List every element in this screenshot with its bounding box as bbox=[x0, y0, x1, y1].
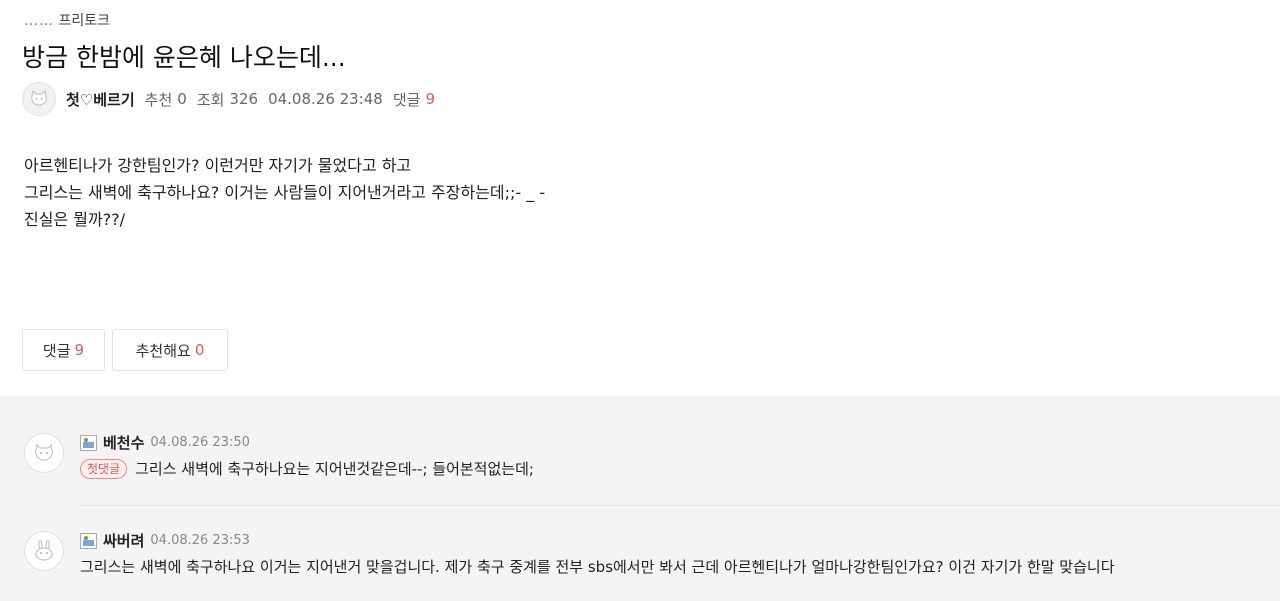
broken-image-icon bbox=[80, 532, 97, 549]
post-body: 아르헨티나가 강한팀인가? 이런거만 자기가 물었다고 하고 그리스는 새벽에 … bbox=[24, 152, 545, 233]
comments-button[interactable]: 댓글 9 bbox=[22, 329, 105, 371]
commenter-avatar[interactable] bbox=[24, 433, 64, 473]
comment-header: 베천수 04.08.26 23:50 bbox=[80, 432, 250, 453]
comment-datetime: 04.08.26 23:53 bbox=[150, 533, 250, 548]
first-comment-badge: 첫댓글 bbox=[80, 458, 128, 479]
post-page: …… 프리토크 방금 한밤에 윤은혜 나오는데... 첫♡베르기 추천 0 조회… bbox=[0, 0, 1280, 601]
broken-image-icon bbox=[80, 434, 97, 451]
cat-avatar-icon bbox=[31, 89, 47, 106]
post-meta: 첫♡베르기 추천 0 조회 326 04.08.26 23:48 댓글 9 bbox=[22, 80, 435, 118]
comments-button-count: 9 bbox=[74, 341, 85, 359]
recommend-count: 0 bbox=[177, 90, 187, 108]
recommend-button-count: 0 bbox=[194, 341, 205, 359]
body-line: 아르헨티나가 강한팀인가? 이런거만 자기가 물었다고 하고 bbox=[24, 156, 412, 175]
comment-text: 그리스 새벽에 축구하나요는 지어낸것같은데--; 들어본적없는데; bbox=[135, 460, 534, 478]
body-line: 그리스는 새벽에 축구하나요? 이거는 사람들이 지어낸거라고 주장하는데;;-… bbox=[24, 183, 546, 202]
commenter-name[interactable]: 싸버려 bbox=[103, 530, 144, 551]
body-line: 진실은 뭘까??/ bbox=[24, 210, 126, 229]
board-link[interactable]: 프리토크 bbox=[58, 13, 110, 29]
views-label: 조회 bbox=[196, 90, 225, 109]
post-title: 방금 한밤에 윤은혜 나오는데... bbox=[22, 43, 346, 72]
author-name[interactable]: 첫♡베르기 bbox=[66, 89, 135, 110]
recommend-button-label: 추천해요 bbox=[135, 341, 191, 360]
commenter-avatar[interactable] bbox=[24, 531, 64, 571]
bunny-avatar-icon bbox=[35, 540, 53, 561]
comment-text: 그리스는 새벽에 축구하나요 이거는 지어낸거 맞을겁니다. 제가 축구 중계를… bbox=[80, 558, 1115, 576]
author-avatar[interactable] bbox=[22, 82, 56, 116]
comment-divider bbox=[80, 505, 1280, 506]
cat-avatar-icon bbox=[35, 443, 53, 461]
comment-section: 베천수 04.08.26 23:50 첫댓글 그리스 새벽에 축구하나요는 지어… bbox=[0, 396, 1280, 601]
recommend-label: 추천 bbox=[144, 90, 173, 109]
comments-label[interactable]: 댓글 bbox=[393, 89, 421, 110]
comments-count[interactable]: 9 bbox=[425, 90, 435, 108]
breadcrumb: …… 프리토크 bbox=[24, 10, 110, 30]
recommend-button[interactable]: 추천해요 0 bbox=[112, 329, 228, 371]
comments-button-label: 댓글 bbox=[42, 341, 71, 360]
comment-datetime: 04.08.26 23:50 bbox=[150, 435, 250, 450]
commenter-name[interactable]: 베천수 bbox=[103, 432, 144, 453]
breadcrumb-prefix: …… bbox=[24, 13, 54, 29]
comment-text-row: 첫댓글 그리스 새벽에 축구하나요는 지어낸것같은데--; 들어본적없는데; bbox=[80, 458, 534, 479]
views-count: 326 bbox=[229, 90, 259, 108]
comment-text-row: 그리스는 새벽에 축구하나요 이거는 지어낸거 맞을겁니다. 제가 축구 중계를… bbox=[80, 556, 1115, 577]
post-datetime: 04.08.26 23:48 bbox=[268, 90, 383, 108]
comment-header: 싸버려 04.08.26 23:53 bbox=[80, 530, 250, 551]
